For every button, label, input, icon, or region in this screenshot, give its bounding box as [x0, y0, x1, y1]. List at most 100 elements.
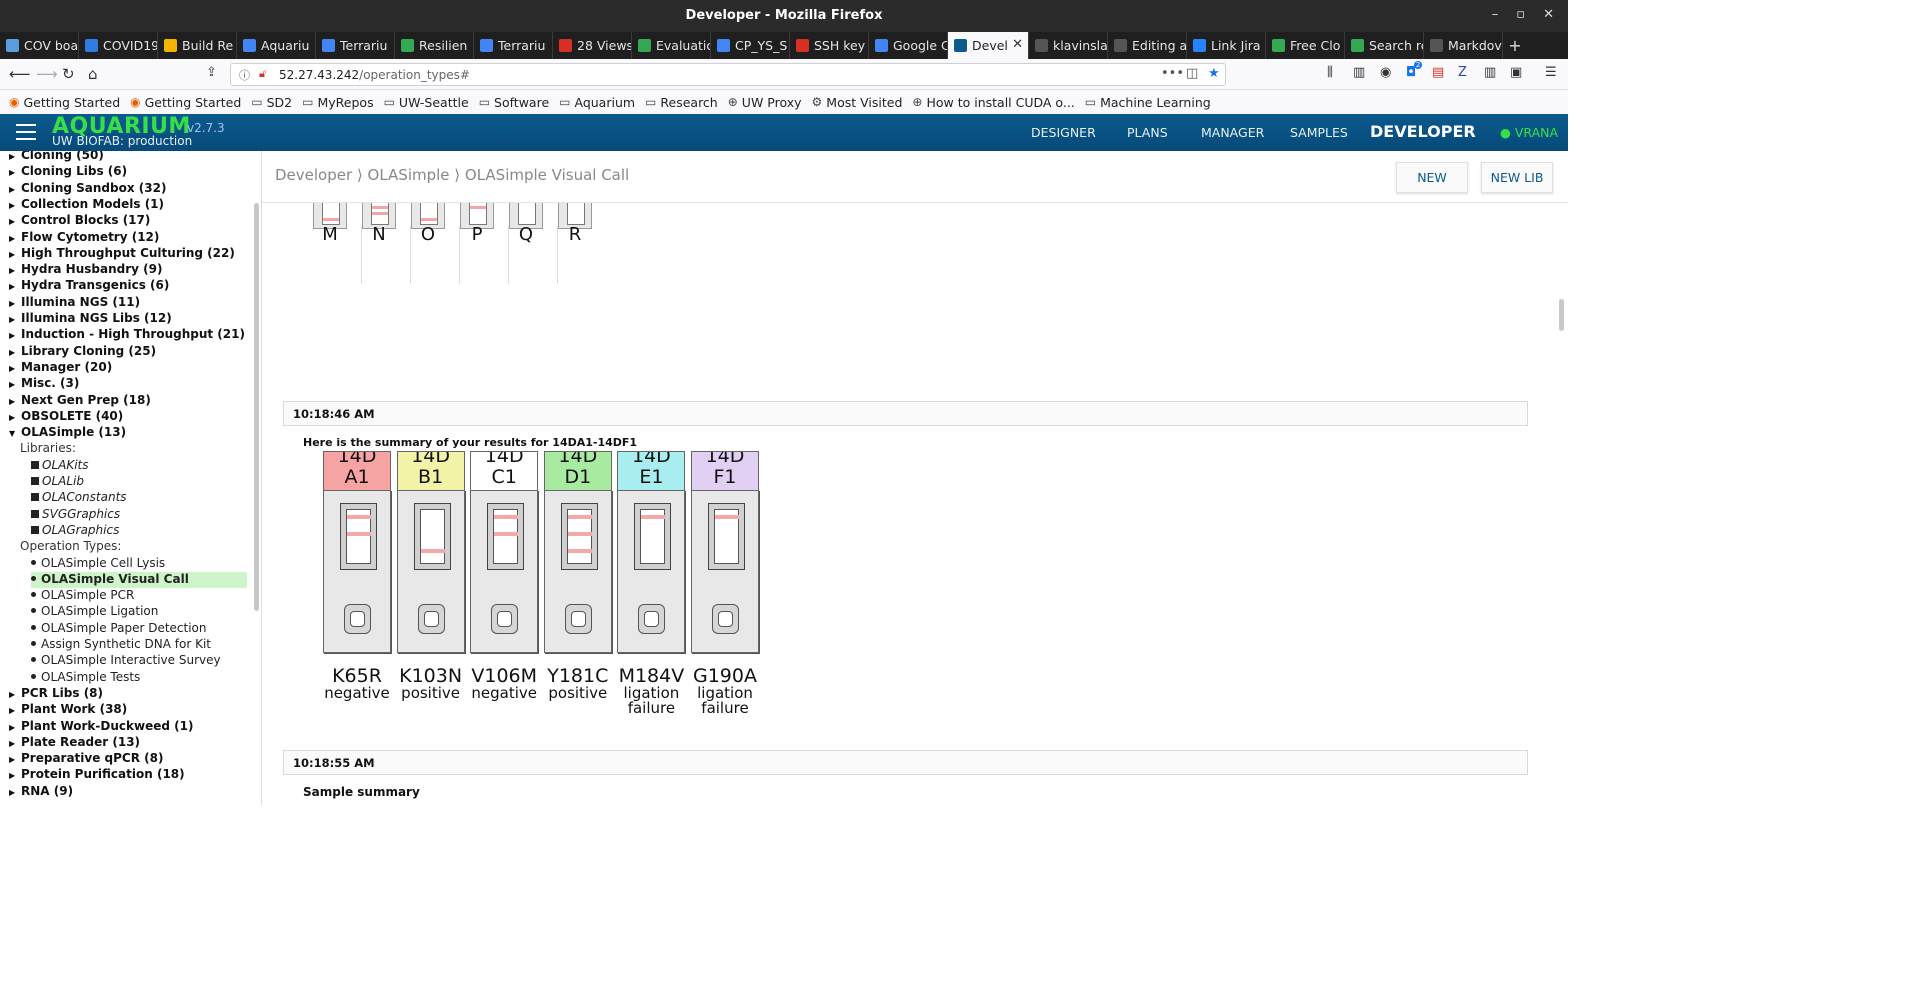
bookmark-item[interactable]: ▭ Aquarium	[559, 95, 635, 110]
category-item[interactable]: ▶ Misc. (3)	[9, 376, 79, 390]
category-item[interactable]: ▶ Cloning (50)	[9, 151, 104, 162]
category-item[interactable]: ▶ PCR Libs (8)	[9, 686, 103, 700]
browser-tab[interactable]: Editing a	[1108, 32, 1187, 59]
category-item[interactable]: ▶ Plate Reader (13)	[9, 735, 140, 749]
bookmark-item[interactable]: ⚙ Most Visited	[812, 95, 903, 110]
bookmark-item[interactable]: ▭ SD2	[251, 95, 292, 110]
operation-type-item[interactable]: Assign Synthetic DNA for Kit	[31, 637, 247, 653]
category-item[interactable]: ▶ Illumina NGS Libs (12)	[9, 311, 172, 325]
bookmark-item[interactable]: ⊕ UW Proxy	[728, 95, 802, 110]
library-item[interactable]: OLAKits	[31, 458, 89, 472]
category-item[interactable]: ▶ Illumina NGS (11)	[9, 295, 140, 309]
category-item[interactable]: ▶ Control Blocks (17)	[9, 213, 150, 227]
category-item[interactable]: ▶ Flow Cytometry (12)	[9, 230, 159, 244]
bookmark-item[interactable]: ▭ UW-Seattle	[384, 95, 469, 110]
bookmark-item[interactable]: ▭ Machine Learning	[1085, 95, 1211, 110]
close-tab-icon[interactable]: ✕	[1012, 37, 1023, 52]
nav-developer[interactable]: DEVELOPER	[1370, 122, 1476, 141]
library-item[interactable]: OLALib	[31, 474, 84, 488]
zotero-icon[interactable]: Z	[1458, 65, 1467, 80]
extension-red-icon[interactable]: ▤	[1432, 65, 1444, 80]
browser-tab[interactable]: CP_YS_S	[711, 32, 790, 59]
operation-type-item[interactable]: OLASimple Paper Detection	[31, 621, 247, 637]
bookmark-item[interactable]: ◉ Getting Started	[9, 95, 120, 110]
library-item[interactable]: SVGGraphics	[31, 507, 120, 521]
browser-tab[interactable]: Markdov	[1424, 32, 1503, 59]
maximize-icon[interactable]: ▫	[1516, 7, 1525, 22]
category-item[interactable]: ▶ Plant Work (38)	[9, 702, 127, 716]
page-action-icon[interactable]: ⇪	[206, 65, 217, 80]
browser-tab[interactable]: Devel ✕	[948, 32, 1029, 59]
browser-tab[interactable]: 28 Views	[553, 32, 632, 59]
bookmark-item[interactable]: ◉ Getting Started	[130, 95, 241, 110]
bookmark-item[interactable]: ▭ MyRepos	[302, 95, 373, 110]
browser-tab[interactable]: Evaluatio	[632, 32, 711, 59]
browser-tab[interactable]: Resilien	[395, 32, 474, 59]
bookmark-item[interactable]: ▭ Research	[645, 95, 718, 110]
forward-icon[interactable]: ⟶	[36, 65, 58, 83]
category-item[interactable]: ▶ Hydra Husbandry (9)	[9, 262, 162, 276]
category-item[interactable]: ▶ RNA (9)	[9, 784, 73, 798]
category-item[interactable]: ▶ Collection Models (1)	[9, 197, 164, 211]
menu-icon[interactable]: ☰	[1545, 65, 1557, 80]
browser-tab[interactable]: Search re	[1345, 32, 1424, 59]
category-item[interactable]: ▶ High Throughput Culturing (22)	[9, 246, 235, 260]
category-item[interactable]: ▶ Hydra Transgenics (6)	[9, 278, 169, 292]
extension-dark-icon[interactable]: ▣	[1510, 65, 1522, 80]
user-menu[interactable]: ● VRANA	[1500, 125, 1558, 140]
category-item[interactable]: ▶ Protein Purification (18)	[9, 767, 185, 781]
sidebar-scrollbar[interactable]	[254, 203, 259, 611]
browser-tab[interactable]: Terrariu	[316, 32, 395, 59]
browser-tab[interactable]: COVID19	[79, 32, 158, 59]
browser-tab[interactable]: Free Clo	[1266, 32, 1345, 59]
insecure-lock-icon[interactable]: 🔓︎	[259, 67, 266, 81]
pocket-icon[interactable]: ◫	[1186, 66, 1198, 81]
info-icon[interactable]: ⓘ	[239, 67, 250, 83]
nav-manager[interactable]: MANAGER	[1201, 125, 1264, 140]
nav-designer[interactable]: DESIGNER	[1031, 125, 1096, 140]
library-item[interactable]: OLAConstants	[31, 490, 127, 504]
category-item[interactable]: ▼ OLASimple (13)	[9, 425, 126, 439]
category-item[interactable]: ▶ Library Cloning (25)	[9, 344, 156, 358]
hamburger-menu-icon[interactable]	[16, 124, 36, 140]
operation-type-item[interactable]: OLASimple Interactive Survey	[31, 653, 247, 669]
browser-tab[interactable]: klavinsla	[1029, 32, 1108, 59]
category-item[interactable]: ▶ Next Gen Prep (18)	[9, 393, 151, 407]
back-icon[interactable]: ⟵	[9, 65, 31, 83]
bookmark-star-icon[interactable]: ★	[1208, 66, 1220, 81]
bookmark-item[interactable]: ▭ Software	[479, 95, 549, 110]
category-item[interactable]: ▶ Plant Work-Duckweed (1)	[9, 719, 193, 733]
new-lib-button[interactable]: NEW LIB	[1481, 162, 1553, 193]
url-bar[interactable]: ⓘ 🔓︎ 52.27.43.242/operation_types# ••• ◫…	[230, 63, 1226, 86]
category-item[interactable]: ▶ Induction - High Throughput (21)	[9, 327, 245, 341]
operation-type-item[interactable]: OLASimple Cell Lysis	[31, 556, 247, 572]
operation-type-item[interactable]: OLASimple Tests	[31, 670, 247, 686]
new-tab-icon[interactable]: +	[1503, 32, 1527, 59]
nav-samples[interactable]: SAMPLES	[1290, 125, 1348, 140]
library-icon[interactable]: ⫼	[1327, 65, 1333, 80]
account-icon[interactable]: ◉	[1380, 65, 1391, 80]
category-item[interactable]: ▶ Preparative qPCR (8)	[9, 751, 163, 765]
minimize-icon[interactable]: –	[1492, 7, 1499, 22]
extension-bars-icon[interactable]: ▥	[1484, 65, 1496, 80]
category-item[interactable]: ▶ Cloning Libs (6)	[9, 164, 127, 178]
browser-tab[interactable]: Aquariu	[237, 32, 316, 59]
new-button[interactable]: NEW	[1396, 162, 1468, 193]
browser-tab[interactable]: Terrariu	[474, 32, 553, 59]
browser-tab[interactable]: Build Re	[158, 32, 237, 59]
browser-tab[interactable]: COV boa	[0, 32, 79, 59]
sidebar-toggle-icon[interactable]: ▥	[1353, 65, 1365, 80]
browser-tab[interactable]: Google C	[869, 32, 948, 59]
extension-icon[interactable]: ◘ 2	[1406, 61, 1423, 80]
home-icon[interactable]: ⌂	[88, 65, 98, 83]
category-item[interactable]: ▶ OBSOLETE (40)	[9, 409, 123, 423]
reload-icon[interactable]: ↻	[62, 65, 75, 83]
library-item[interactable]: OLAGraphics	[31, 523, 119, 537]
close-window-icon[interactable]: ✕	[1543, 7, 1554, 22]
more-actions-icon[interactable]: •••	[1161, 66, 1184, 81]
browser-tab[interactable]: SSH key	[790, 32, 869, 59]
browser-tab[interactable]: Link Jira	[1187, 32, 1266, 59]
operation-type-item[interactable]: OLASimple PCR	[31, 588, 247, 604]
bookmark-item[interactable]: ⊕ How to install CUDA o...	[912, 95, 1074, 110]
category-item[interactable]: ▶ Manager (20)	[9, 360, 112, 374]
